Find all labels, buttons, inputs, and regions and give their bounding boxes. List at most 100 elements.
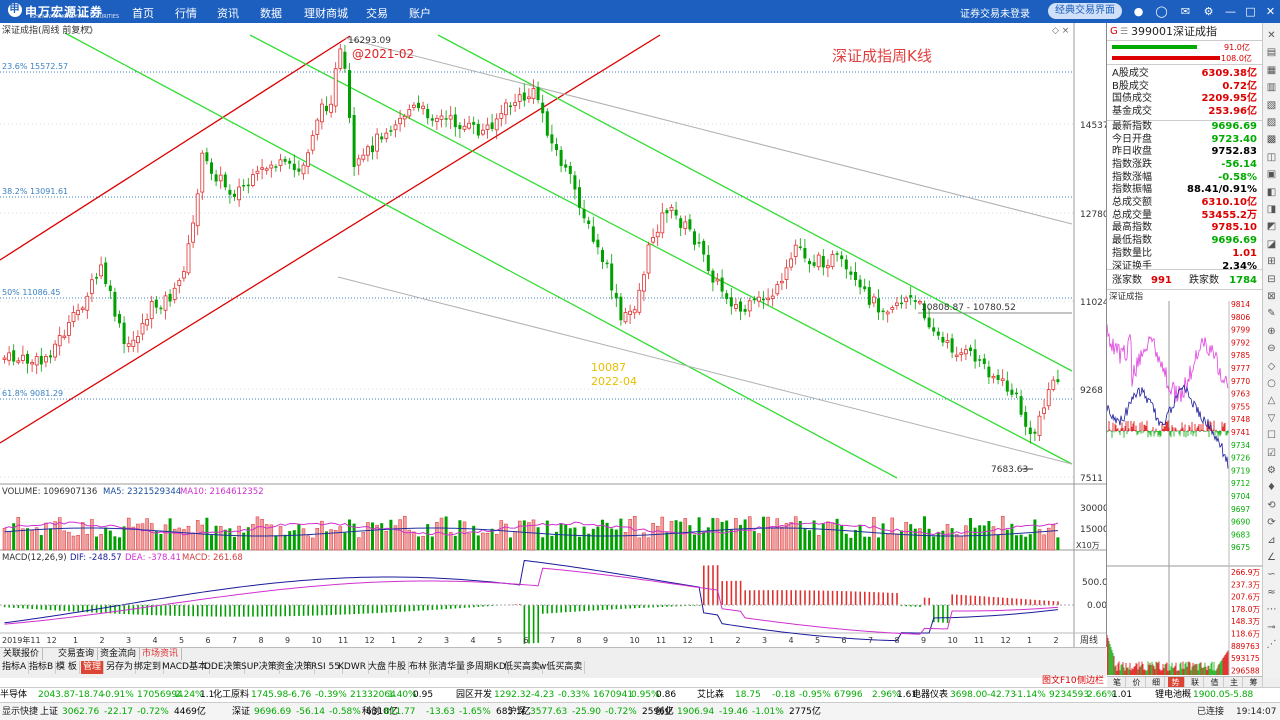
drawing-tool-icon[interactable]: ☑ [1265,447,1278,460]
drawing-tool-icon[interactable]: ▧ [1265,99,1278,112]
drawing-tool-icon[interactable]: ⊕ [1265,325,1278,338]
classic-trade-button[interactable]: 经典交易界面 [1048,3,1122,19]
drawing-tool-icon[interactable]: ⊠ [1265,290,1278,303]
tab-related-quotes[interactable]: 关联报价 [0,648,44,660]
candle-body [402,115,407,120]
quote-row-label: 总成交额 [1112,197,1152,208]
drawing-tool-icon[interactable]: ▩ [1265,133,1278,146]
drawing-tool-icon[interactable]: ∽ [1265,568,1278,581]
macd-bar [45,605,47,610]
quote-row-value: 0.72亿 [1222,80,1257,92]
nav-news[interactable]: 资讯 [217,5,239,21]
indicator-tab[interactable]: 牛股 [386,661,410,674]
macd-bar [537,605,539,643]
indicator-tab[interactable]: 张清华量 [427,661,469,674]
user-icon[interactable]: ● [1132,5,1145,18]
macd-bar [795,590,797,605]
drawing-tool-icon[interactable]: ◫ [1265,151,1278,164]
drawing-tool-icon[interactable]: ☐ [1265,429,1278,442]
drawing-tool-icon[interactable]: ▽ [1265,412,1278,425]
drawing-tool-icon[interactable]: ∠ [1265,551,1278,564]
drawing-tool-icon[interactable]: ◩ [1265,220,1278,233]
chart-area[interactable]: 23.6% 15572.57 38.2% 13091.61 50% 11086.… [0,23,1109,647]
drawing-tool-icon[interactable]: ▦ [1265,64,1278,77]
drawing-tool-icon[interactable]: ✎ [1265,307,1278,320]
menu-icon[interactable]: ☰ [1120,23,1128,41]
volume-bar [371,522,374,550]
intraday-chart[interactable]: 深证成指 9814 9806 9799 9792 9785 9777 9770 9763 975… [1107,290,1262,675]
kline-chart[interactable]: 23.6% 15572.57 38.2% 13091.61 50% 11086.… [0,23,1109,647]
drawing-tool-icon[interactable]: ◪ [1265,238,1278,251]
minimize-icon[interactable]: — [1224,5,1237,18]
f10-button[interactable]: 图文F10 [1042,674,1077,688]
y-tick: 11024 [1080,298,1106,308]
bottom-tab-bar: 关联报价 交易查询 资金流向 市场资讯 指标A 指标B 模 板管理 另存为 绑定到 MAC… [0,647,1106,678]
indicator-tab[interactable]: 管理 [81,661,105,674]
macd-bar [808,590,811,605]
tab-trade-query[interactable]: 交易查询 [55,648,99,660]
time-tick: 10 [948,636,958,645]
candle-body [784,267,789,280]
time-tick: 7 [868,636,873,645]
drawing-tool-icon[interactable]: ⋰ [1265,638,1278,651]
nav-wealth-mall[interactable]: 理财商城 [304,5,348,21]
period-label[interactable]: 周线 [1080,634,1098,646]
candle-body [959,352,964,355]
nav-account[interactable]: 账户 [409,5,431,21]
quick-display-toggle[interactable]: 显示快捷 [2,703,38,720]
sidebar-toggle[interactable]: 侧边栏 [1077,674,1104,688]
nav-trade[interactable]: 交易 [366,5,388,21]
drawing-tool-icon[interactable]: ⋯ [1265,603,1278,616]
indicator-tab[interactable]: 模 板 [54,661,80,674]
drawing-tool-icon[interactable]: ≈ [1265,586,1278,599]
drawing-tool-icon[interactable]: ▣ [1265,168,1278,181]
drawing-tool-icon[interactable]: ⊖ [1265,342,1278,355]
drawing-tool-icon[interactable]: ▨ [1265,116,1278,129]
drawing-tool-icon[interactable]: ◧ [1265,186,1278,199]
close-icon[interactable]: ✕ [1264,5,1277,18]
macd-bar [141,605,144,615]
volume-bar [821,523,825,550]
drawing-tool-icon[interactable]: ⊟ [1265,273,1278,286]
mail-icon[interactable]: ✉ [1179,5,1192,18]
indicator-tab[interactable]: KDWR [336,661,369,674]
indicator-tab[interactable]: w低买高卖 [537,661,586,674]
drawing-tool-icon[interactable]: ⟳ [1265,516,1278,529]
tab-fund-flow[interactable]: 资金流向 [97,648,141,660]
drawing-tool-icon[interactable]: ♦ [1265,481,1278,494]
volume-bar [278,526,283,551]
macd-bar [804,590,806,605]
volume-bar [338,526,343,551]
maximize-icon[interactable]: □ [1244,5,1257,18]
drawing-tool-icon[interactable]: ⊸ [1265,621,1278,634]
nav-home[interactable]: 首页 [132,5,154,21]
ticker-field-c: -6.76 [288,690,312,700]
drawing-tool-icon[interactable]: ◨ [1265,203,1278,216]
drawing-tool-icon[interactable]: ◇ [1265,360,1278,373]
nav-data[interactable]: 数据 [260,5,282,21]
macd-bar [514,604,516,605]
indicator-tab[interactable]: 指标B [27,661,57,674]
headset-icon[interactable]: ◯ [1155,5,1168,18]
macd-bar [298,605,300,616]
macd-bar [588,605,590,611]
drawing-tool-icon[interactable]: ▤ [1265,46,1278,59]
nav-quotes[interactable]: 行情 [175,5,197,21]
candle-body [283,158,287,162]
settings-icon[interactable]: ⚙ [1202,5,1215,18]
drawing-tool-icon[interactable]: ✕ [1265,29,1278,42]
drawing-tool-icon[interactable]: ⊞ [1265,255,1278,268]
drawing-tool-icon[interactable]: ⊿ [1265,534,1278,547]
drawing-tool-icon[interactable]: ○ [1265,377,1278,390]
tab-market-news[interactable]: 市场资讯 [139,648,183,660]
candle-body [319,103,324,123]
chart-settings-icon[interactable]: ◇ × [1052,26,1069,36]
drawing-tool-icon[interactable]: ⟲ [1265,499,1278,512]
drawing-tool-icon[interactable]: ⚙ [1265,464,1278,477]
drawing-tool-icon[interactable]: ▥ [1265,81,1278,94]
macd-bar [969,595,972,605]
indicator-tab[interactable]: 指标A [0,661,30,674]
ticker-field-v: 1292.32 [494,690,532,700]
candle-body [969,347,972,351]
drawing-tool-icon[interactable]: △ [1265,394,1278,407]
